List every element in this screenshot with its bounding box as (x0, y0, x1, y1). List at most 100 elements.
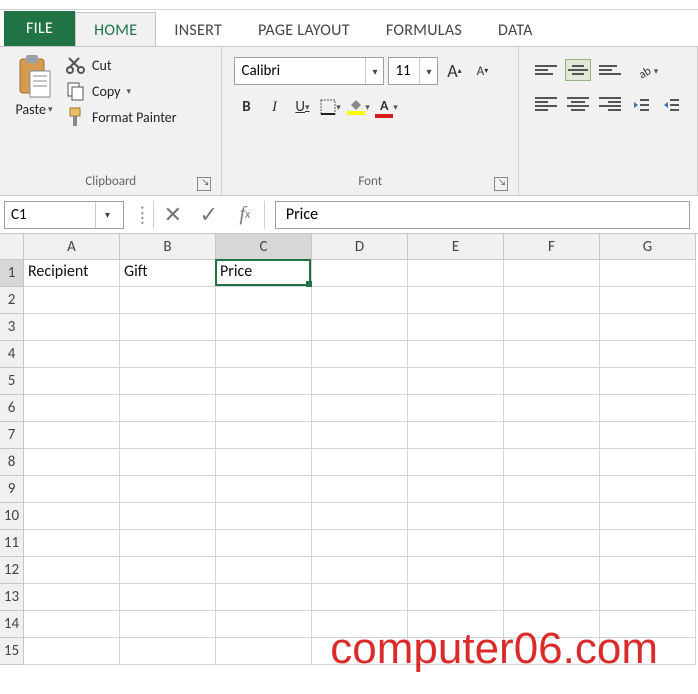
column-header[interactable]: C (216, 234, 312, 260)
cell[interactable] (24, 341, 120, 368)
cell[interactable] (408, 530, 504, 557)
cell[interactable] (216, 638, 312, 665)
cell[interactable] (312, 287, 408, 314)
italic-button[interactable]: I (262, 95, 286, 119)
cell[interactable] (600, 449, 696, 476)
cell[interactable] (312, 314, 408, 341)
cell[interactable] (120, 503, 216, 530)
bold-button[interactable]: B (234, 95, 258, 119)
cell[interactable] (600, 476, 696, 503)
cell[interactable] (408, 584, 504, 611)
cell[interactable] (312, 584, 408, 611)
cell[interactable] (408, 395, 504, 422)
cell[interactable] (600, 260, 696, 287)
cell[interactable] (312, 503, 408, 530)
formula-input[interactable] (275, 201, 690, 229)
cell[interactable] (600, 557, 696, 584)
cell[interactable] (408, 368, 504, 395)
row-header[interactable]: 14 (0, 611, 24, 638)
font-dialog-launcher[interactable]: ↘ (494, 177, 508, 191)
column-header[interactable]: G (600, 234, 696, 260)
cell[interactable] (120, 287, 216, 314)
name-box[interactable]: ▾ (4, 201, 124, 229)
row-header[interactable]: 10 (0, 503, 24, 530)
cell[interactable] (120, 530, 216, 557)
cell[interactable] (216, 368, 312, 395)
tab-insert[interactable]: INSERT (156, 13, 240, 46)
enter-button[interactable]: ✓ (192, 200, 226, 230)
font-color-button[interactable]: A ▾ (374, 95, 398, 119)
cell[interactable] (504, 584, 600, 611)
row-header[interactable]: 15 (0, 638, 24, 665)
cell[interactable] (120, 449, 216, 476)
cells-area[interactable]: RecipientGiftPrice (24, 260, 696, 665)
cell[interactable] (216, 503, 312, 530)
cell[interactable] (408, 557, 504, 584)
font-name-input[interactable] (235, 62, 365, 80)
name-box-input[interactable] (5, 206, 95, 224)
caret-down-icon[interactable]: ▾ (365, 58, 383, 84)
row-header[interactable]: 2 (0, 287, 24, 314)
cell[interactable] (504, 557, 600, 584)
cell[interactable] (408, 260, 504, 287)
align-center-button[interactable] (565, 93, 591, 115)
cell[interactable] (504, 611, 600, 638)
fill-color-button[interactable]: ▾ (346, 95, 370, 119)
cell[interactable] (504, 368, 600, 395)
cell[interactable] (216, 530, 312, 557)
cell[interactable] (504, 260, 600, 287)
cell[interactable] (408, 611, 504, 638)
cell[interactable] (216, 314, 312, 341)
cell[interactable] (408, 314, 504, 341)
column-header[interactable]: F (504, 234, 600, 260)
cell[interactable] (504, 287, 600, 314)
cell[interactable] (216, 422, 312, 449)
cell[interactable] (408, 449, 504, 476)
cell[interactable] (24, 503, 120, 530)
cell[interactable] (408, 422, 504, 449)
cell[interactable] (120, 611, 216, 638)
cell[interactable] (24, 476, 120, 503)
insert-function-button[interactable]: fx (228, 200, 262, 230)
orientation-button[interactable]: ab▾ (635, 59, 659, 83)
cell[interactable] (216, 287, 312, 314)
cell[interactable] (24, 584, 120, 611)
cell[interactable] (600, 314, 696, 341)
cell[interactable] (600, 395, 696, 422)
tab-data[interactable]: DATA (480, 13, 551, 46)
cell[interactable] (216, 611, 312, 638)
cell[interactable] (504, 530, 600, 557)
cut-button[interactable]: Cut (66, 55, 177, 75)
column-header[interactable]: D (312, 234, 408, 260)
cell[interactable] (600, 584, 696, 611)
cell[interactable] (120, 422, 216, 449)
cell[interactable] (24, 530, 120, 557)
cell[interactable] (312, 611, 408, 638)
align-right-button[interactable] (597, 93, 623, 115)
borders-button[interactable]: ▾ (318, 95, 342, 119)
cell[interactable] (312, 557, 408, 584)
select-all-corner[interactable] (0, 234, 24, 260)
cell[interactable] (216, 557, 312, 584)
row-header[interactable]: 1 (0, 260, 24, 287)
cell[interactable] (312, 530, 408, 557)
caret-down-icon[interactable]: ▾ (419, 58, 437, 84)
cell[interactable] (312, 449, 408, 476)
cell[interactable] (600, 530, 696, 557)
row-header[interactable]: 9 (0, 476, 24, 503)
cell[interactable]: Recipient (24, 260, 120, 287)
cell[interactable] (408, 503, 504, 530)
cell[interactable] (312, 395, 408, 422)
cell[interactable] (24, 422, 120, 449)
cell[interactable] (216, 395, 312, 422)
cell[interactable] (504, 476, 600, 503)
cell[interactable] (120, 368, 216, 395)
row-header[interactable]: 13 (0, 584, 24, 611)
cell[interactable] (120, 557, 216, 584)
increase-indent-button[interactable] (659, 93, 683, 117)
tab-file[interactable]: FILE (4, 11, 75, 46)
caret-down-icon[interactable]: ▾ (95, 202, 119, 228)
cell[interactable] (24, 557, 120, 584)
cell[interactable] (408, 476, 504, 503)
align-middle-button[interactable] (565, 59, 591, 81)
